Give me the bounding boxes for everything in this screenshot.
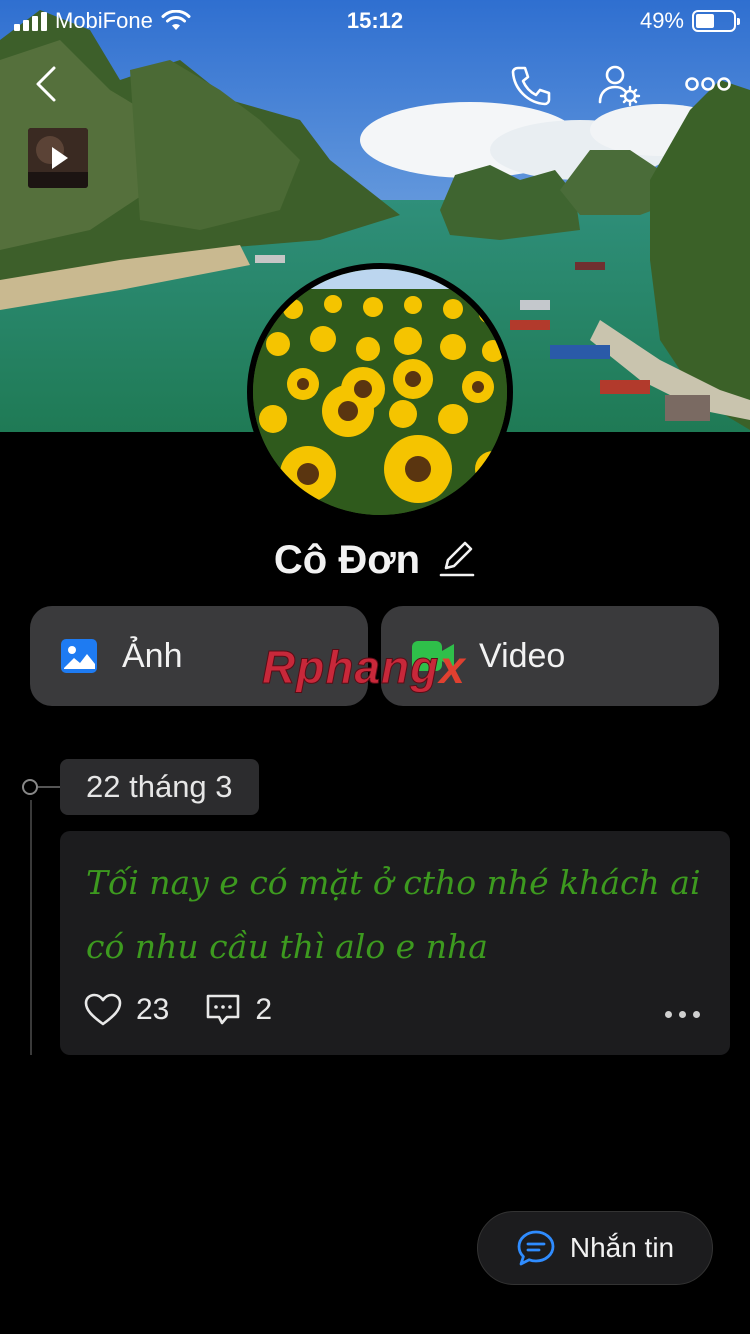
comment-count: 2 (255, 993, 273, 1026)
watermark-text-main: Rphang (261, 641, 440, 694)
status-right: 49% (639, 8, 740, 34)
chat-bubble-icon (517, 1230, 555, 1266)
profile-settings-button[interactable] (596, 62, 642, 108)
like-button[interactable]: 23 (84, 993, 169, 1027)
photos-label: Ảnh (122, 636, 183, 675)
dot-icon (665, 1011, 672, 1018)
status-time: 15:12 (346, 8, 404, 33)
message-button[interactable]: Nhắn tin (477, 1211, 713, 1285)
date-chip: 22 tháng 3 (60, 759, 259, 815)
profile-name-row: Cô Đơn (0, 530, 750, 590)
watermark: Rphangx (261, 640, 466, 694)
heart-icon (84, 993, 122, 1026)
timeline-dot (22, 779, 38, 795)
comment-icon (207, 994, 240, 1025)
user-settings-icon (598, 65, 641, 107)
timeline-connector (38, 786, 60, 788)
post-actions: 23 2 (84, 993, 308, 1027)
battery-percent: 49% (639, 8, 684, 33)
dot-icon (693, 1011, 700, 1018)
phone-icon (511, 66, 551, 106)
call-button[interactable] (508, 62, 554, 108)
post-card[interactable]: Tối nay e có mặt ở ctho nhé khách ai có … (60, 831, 730, 1055)
profile-name: Cô Đơn (273, 537, 421, 582)
back-icon (36, 66, 56, 102)
back-button[interactable] (28, 62, 68, 106)
avatar[interactable] (247, 263, 513, 521)
photo-icon (61, 639, 97, 673)
play-icon (52, 147, 68, 169)
dot-icon (679, 1011, 686, 1018)
more-icon (685, 77, 731, 91)
battery-fill (696, 14, 714, 28)
message-label: Nhắn tin (569, 1232, 675, 1263)
music-video-thumbnail[interactable] (28, 128, 88, 188)
comment-button[interactable]: 2 (205, 993, 272, 1027)
watermark-text-x: x (439, 641, 466, 693)
status-bar: MobiFone 15:12 49% (0, 0, 750, 40)
edit-pencil-icon (439, 541, 475, 576)
video-label: Video (479, 636, 566, 675)
like-count: 23 (136, 993, 170, 1026)
post-text: Tối nay e có mặt ở ctho nhé khách ai có … (86, 863, 701, 966)
battery-icon (692, 10, 740, 32)
more-options-button[interactable] (684, 70, 732, 98)
edit-name-button[interactable] (438, 538, 476, 583)
timeline-line (30, 800, 32, 1055)
post-more-button[interactable] (665, 1011, 700, 1018)
